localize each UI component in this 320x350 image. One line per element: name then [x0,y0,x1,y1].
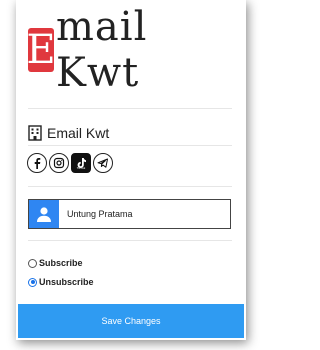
brand-name: Email Kwt [47,125,110,141]
subscribe-label: Subscribe [39,258,83,268]
unsubscribe-radio[interactable] [28,277,37,287]
facebook-icon[interactable] [27,153,47,173]
divider [28,145,232,146]
tiktok-caption: TikTok [76,165,86,170]
logo-initial: E [26,27,56,73]
subscribe-radio[interactable] [28,258,37,268]
brand-row: Email Kwt [28,123,109,143]
user-icon-box [29,200,59,228]
unsubscribe-option[interactable]: Unsubscribe [28,277,94,287]
divider [28,240,232,241]
logo: E mail Kwt [26,4,238,96]
name-field[interactable]: Untung Pratama [28,199,231,229]
divider [28,108,232,109]
save-changes-button[interactable]: Save Changes [18,304,244,338]
subscribe-option[interactable]: Subscribe [28,258,83,268]
logo-initial-box: E [26,27,56,73]
name-value: Untung Pratama [67,209,133,219]
user-icon [37,207,51,222]
divider [28,186,232,187]
profile-card: E mail Kwt Email Kwt TikTok Untung Prata… [18,0,244,338]
unsubscribe-label: Unsubscribe [39,277,94,287]
tiktok-icon[interactable]: TikTok [71,153,91,173]
building-icon [28,125,42,141]
telegram-icon[interactable] [93,153,113,173]
social-links: TikTok [27,153,113,175]
logo-text: mail Kwt [56,4,148,96]
instagram-icon[interactable] [49,153,69,173]
